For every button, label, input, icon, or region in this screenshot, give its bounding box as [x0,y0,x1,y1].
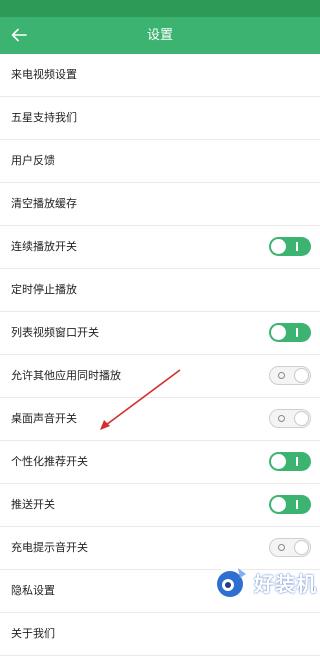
page-title: 设置 [146,28,173,43]
setting-row-about[interactable]: 关于我们 [0,613,320,656]
setting-row-allow-other-apps[interactable]: 允许其他应用同时播放 [0,355,320,398]
push-toggle[interactable] [269,495,311,514]
setting-row-push[interactable]: 推送开关 [0,484,320,527]
allow-other-apps-toggle[interactable] [269,366,311,385]
setting-label: 桌面声音开关 [11,412,77,425]
toggle-off-mark [278,415,285,422]
toggle-knob [294,368,309,383]
watermark-text: 好装机 [254,572,317,596]
desktop-sound-toggle[interactable] [269,409,311,428]
toggle-on-mark [296,242,298,251]
toggle-off-mark [278,372,285,379]
toggle-knob [271,497,286,512]
setting-label: 来电视频设置 [11,68,77,81]
setting-row-feedback[interactable]: 用户反馈 [0,140,320,183]
toggle-knob [271,325,286,340]
toggle-on-mark [296,500,298,509]
setting-row-continuous-play[interactable]: 连续播放开关 [0,226,320,269]
setting-row-clear-cache[interactable]: 清空播放缓存 [0,183,320,226]
setting-label: 充电提示音开关 [11,541,88,554]
setting-row-list-window[interactable]: 列表视频窗口开关 [0,312,320,355]
setting-label: 列表视频窗口开关 [11,326,99,339]
list-window-toggle[interactable] [269,323,311,342]
setting-label: 个性化推荐开关 [11,455,88,468]
setting-label: 五星支持我们 [11,111,77,124]
watermark-logo-icon [213,567,247,601]
toggle-knob [294,411,309,426]
setting-label: 清空播放缓存 [11,197,77,210]
setting-label: 用户反馈 [11,154,55,167]
status-bar [0,0,320,17]
personalized-recommend-toggle[interactable] [269,452,311,471]
setting-row-personalized-recommend[interactable]: 个性化推荐开关 [0,441,320,484]
setting-row-desktop-sound[interactable]: 桌面声音开关 [0,398,320,441]
app-bar: 设置 [0,17,320,54]
charging-sound-toggle[interactable] [269,538,311,557]
setting-row-call-video[interactable]: 来电视频设置 [0,54,320,97]
toggle-knob [271,239,286,254]
toggle-on-mark [296,328,298,337]
setting-label: 隐私设置 [11,584,55,597]
setting-label: 连续播放开关 [11,240,77,253]
toggle-on-mark [296,457,298,466]
setting-label: 关于我们 [11,627,55,640]
toggle-knob [271,454,286,469]
toggle-knob [294,540,309,555]
watermark: 好装机 [206,560,320,611]
setting-row-five-star[interactable]: 五星支持我们 [0,97,320,140]
setting-label: 允许其他应用同时播放 [11,369,121,382]
setting-row-timer-stop[interactable]: 定时停止播放 [0,269,320,312]
continuous-play-toggle[interactable] [269,237,311,256]
toggle-off-mark [278,544,285,551]
setting-label: 定时停止播放 [11,283,77,296]
setting-label: 推送开关 [11,498,55,511]
